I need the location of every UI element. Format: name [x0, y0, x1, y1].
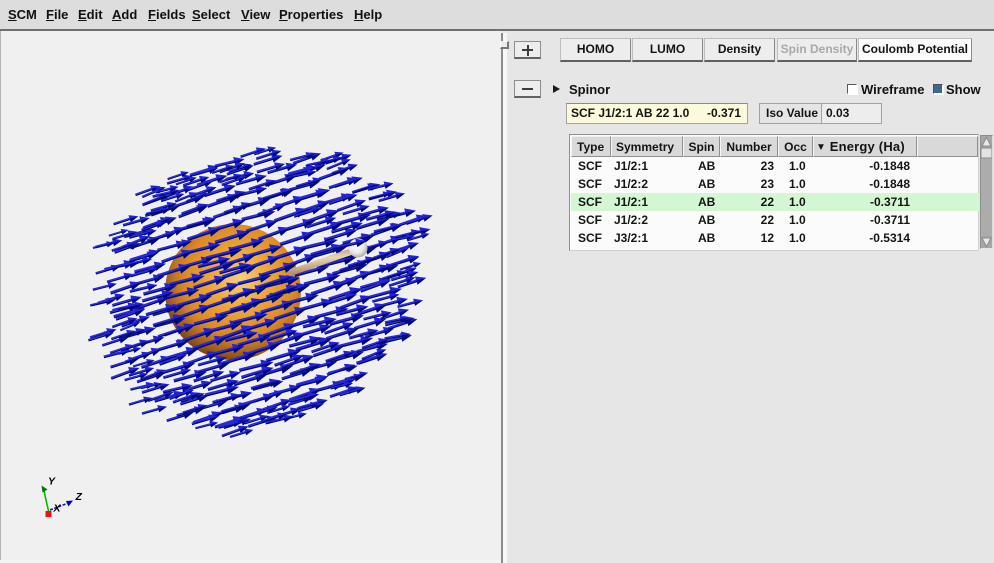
svg-text:X: X	[53, 503, 62, 515]
svg-text:Y: Y	[48, 476, 56, 488]
svg-text:Z: Z	[75, 491, 83, 503]
